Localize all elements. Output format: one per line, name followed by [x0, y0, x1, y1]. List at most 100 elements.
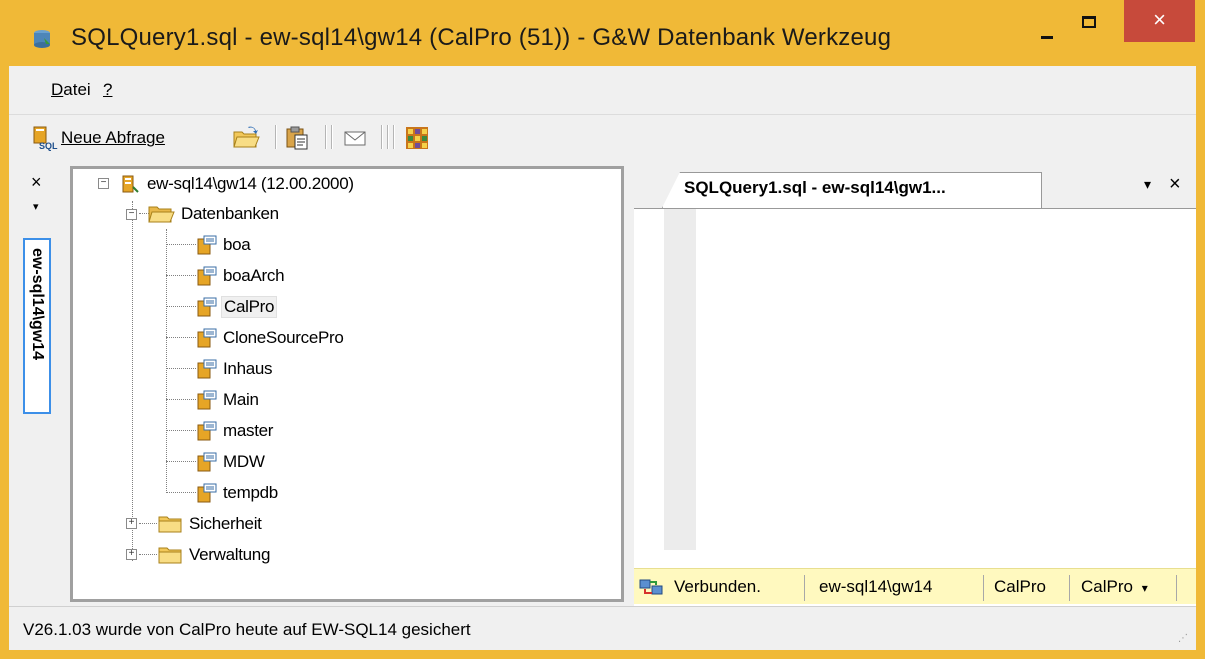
chevron-down-icon: ▾	[1141, 581, 1148, 595]
mail-icon	[344, 131, 366, 146]
database-icon	[197, 266, 217, 286]
database-icon	[197, 483, 217, 503]
tree-node-verwaltung[interactable]: Verwaltung	[157, 541, 270, 569]
tree-node-label: Sicherheit	[189, 514, 262, 533]
tab-list-dropdown[interactable]: ▾	[1144, 176, 1151, 193]
toolbar: SQL Neue Abfrage	[9, 114, 1196, 162]
minimize-icon	[1041, 36, 1053, 39]
tree-node-database[interactable]: tempdb	[195, 479, 278, 507]
side-panel-strip: × ▾ ew-sql14\gw14	[9, 162, 59, 606]
tree-connector	[132, 201, 133, 561]
folder-open-icon	[148, 206, 175, 223]
tree-node-label: boa	[223, 235, 251, 254]
mail-button[interactable]	[341, 123, 369, 153]
tree-node-label: tempdb	[223, 483, 278, 502]
database-selector[interactable]: CalPro ▾	[1081, 577, 1148, 597]
database-icon	[197, 421, 217, 441]
connection-status: Verbunden.	[674, 577, 761, 596]
connected-icon	[639, 579, 663, 595]
tree-connector	[166, 399, 196, 400]
database-icon	[197, 359, 217, 379]
editor-gutter	[664, 209, 696, 551]
toolbar-separator	[275, 125, 277, 149]
sql-editor-textarea[interactable]	[634, 208, 1196, 551]
toolbar-separator	[331, 125, 333, 149]
database-icon	[197, 452, 217, 472]
folder-icon	[158, 516, 182, 533]
window-frame: SQLQuery1.sql - ew-sql14\gw14 (CalPro (5…	[9, 0, 1196, 650]
side-panel-tab[interactable]: ew-sql14\gw14	[23, 238, 51, 414]
database-selector-value: CalPro	[1081, 577, 1133, 596]
paste-button[interactable]	[283, 123, 311, 153]
menu-bar: Datei ?	[9, 66, 1196, 114]
tab-sqlquery1-label: SQLQuery1.sql - ew-sql14\gw1...	[684, 178, 946, 197]
resize-grip-icon[interactable]: ⋰	[1178, 633, 1188, 644]
app-window: SQLQuery1.sql - ew-sql14\gw14 (CalPro (5…	[0, 0, 1205, 659]
open-button[interactable]	[231, 123, 261, 153]
open-folder-icon	[233, 126, 260, 148]
database-icon	[197, 390, 217, 410]
tree-node-label: MDW	[223, 452, 265, 471]
tree-connector	[139, 554, 157, 555]
tree-node-label: CalPro	[221, 296, 278, 318]
tree-node-database[interactable]: Inhaus	[195, 355, 273, 383]
database-icon	[197, 328, 217, 348]
main-content: × ▾ ew-sql14\gw14 − ew-sql14\gw14 (12.00…	[9, 162, 1196, 606]
close-button[interactable]: ×	[1124, 0, 1195, 42]
tree-node-database[interactable]: Main	[195, 386, 259, 414]
server-collapse-toggle[interactable]: −	[98, 178, 109, 189]
tree-node-database-selected[interactable]: CalPro	[195, 293, 278, 321]
tree-node-server-label: ew-sql14\gw14 (12.00.2000)	[147, 174, 354, 193]
menu-item-datei[interactable]: Datei	[51, 80, 91, 100]
tree-node-label: Main	[223, 390, 259, 409]
status-server: ew-sql14\gw14	[819, 577, 933, 596]
new-query-label: Neue Abfrage	[61, 128, 165, 147]
tree-node-database[interactable]: boaArch	[195, 262, 285, 290]
status-bar: V26.1.03 wurde von CalPro heute auf EW-S…	[9, 606, 1196, 650]
title-bar[interactable]: SQLQuery1.sql - ew-sql14\gw14 (CalPro (5…	[9, 0, 1196, 66]
toolbar-separator	[393, 125, 395, 149]
toolbar-separator	[325, 125, 327, 149]
query-editor-panel: SQLQuery1.sql - ew-sql14\gw1... ▾ × Verb…	[634, 162, 1196, 606]
grid-icon	[406, 127, 428, 149]
panel-splitter[interactable]	[624, 162, 634, 606]
tree-connector	[166, 229, 167, 493]
tab-close-button[interactable]: ×	[1169, 173, 1181, 196]
menu-item-help[interactable]: ?	[103, 80, 112, 100]
tree-node-sicherheit[interactable]: Sicherheit	[157, 510, 262, 538]
new-query-button[interactable]: SQL Neue Abfrage	[31, 123, 165, 153]
tree-node-datenbanken[interactable]: Datenbanken	[147, 200, 279, 228]
folder-collapse-toggle[interactable]: −	[126, 209, 137, 220]
svg-text:SQL: SQL	[39, 141, 58, 151]
status-login: CalPro	[994, 577, 1046, 596]
app-database-icon	[34, 30, 50, 48]
document-tab-strip: SQLQuery1.sql - ew-sql14\gw1... ▾ ×	[634, 162, 1196, 208]
tree-node-label: CloneSourcePro	[223, 328, 344, 347]
tree-connector	[166, 368, 196, 369]
tree-node-label: boaArch	[223, 266, 285, 285]
tree-connector	[139, 523, 157, 524]
database-icon	[197, 297, 217, 317]
tree-connector	[166, 337, 196, 338]
toolbar-separator	[387, 125, 389, 149]
object-explorer-tree: − ew-sql14\gw14 (12.00.2000) − Datenbank…	[70, 166, 624, 602]
tree-connector	[166, 461, 196, 462]
tree-node-database[interactable]: MDW	[195, 448, 265, 476]
tree-node-server[interactable]: ew-sql14\gw14 (12.00.2000)	[119, 170, 354, 198]
menu-accel-d: D	[51, 80, 64, 99]
status-separator	[1176, 575, 1177, 601]
maximize-button[interactable]	[1069, 10, 1107, 40]
grid-button[interactable]	[403, 123, 431, 153]
tree-node-label: Verwaltung	[189, 545, 271, 564]
folder-expand-toggle[interactable]: +	[126, 518, 137, 529]
status-separator	[983, 575, 984, 601]
minimize-button[interactable]	[1027, 22, 1067, 50]
side-panel-close-button[interactable]: ×	[31, 172, 42, 193]
tree-node-database[interactable]: CloneSourcePro	[195, 324, 344, 352]
tree-node-database[interactable]: boa	[195, 231, 251, 259]
tree-node-label: Inhaus	[223, 359, 273, 378]
folder-expand-toggle[interactable]: +	[126, 549, 137, 560]
side-panel-pin-button[interactable]: ▾	[33, 200, 39, 213]
tree-node-database[interactable]: master	[195, 417, 273, 445]
maximize-icon	[1082, 16, 1096, 28]
